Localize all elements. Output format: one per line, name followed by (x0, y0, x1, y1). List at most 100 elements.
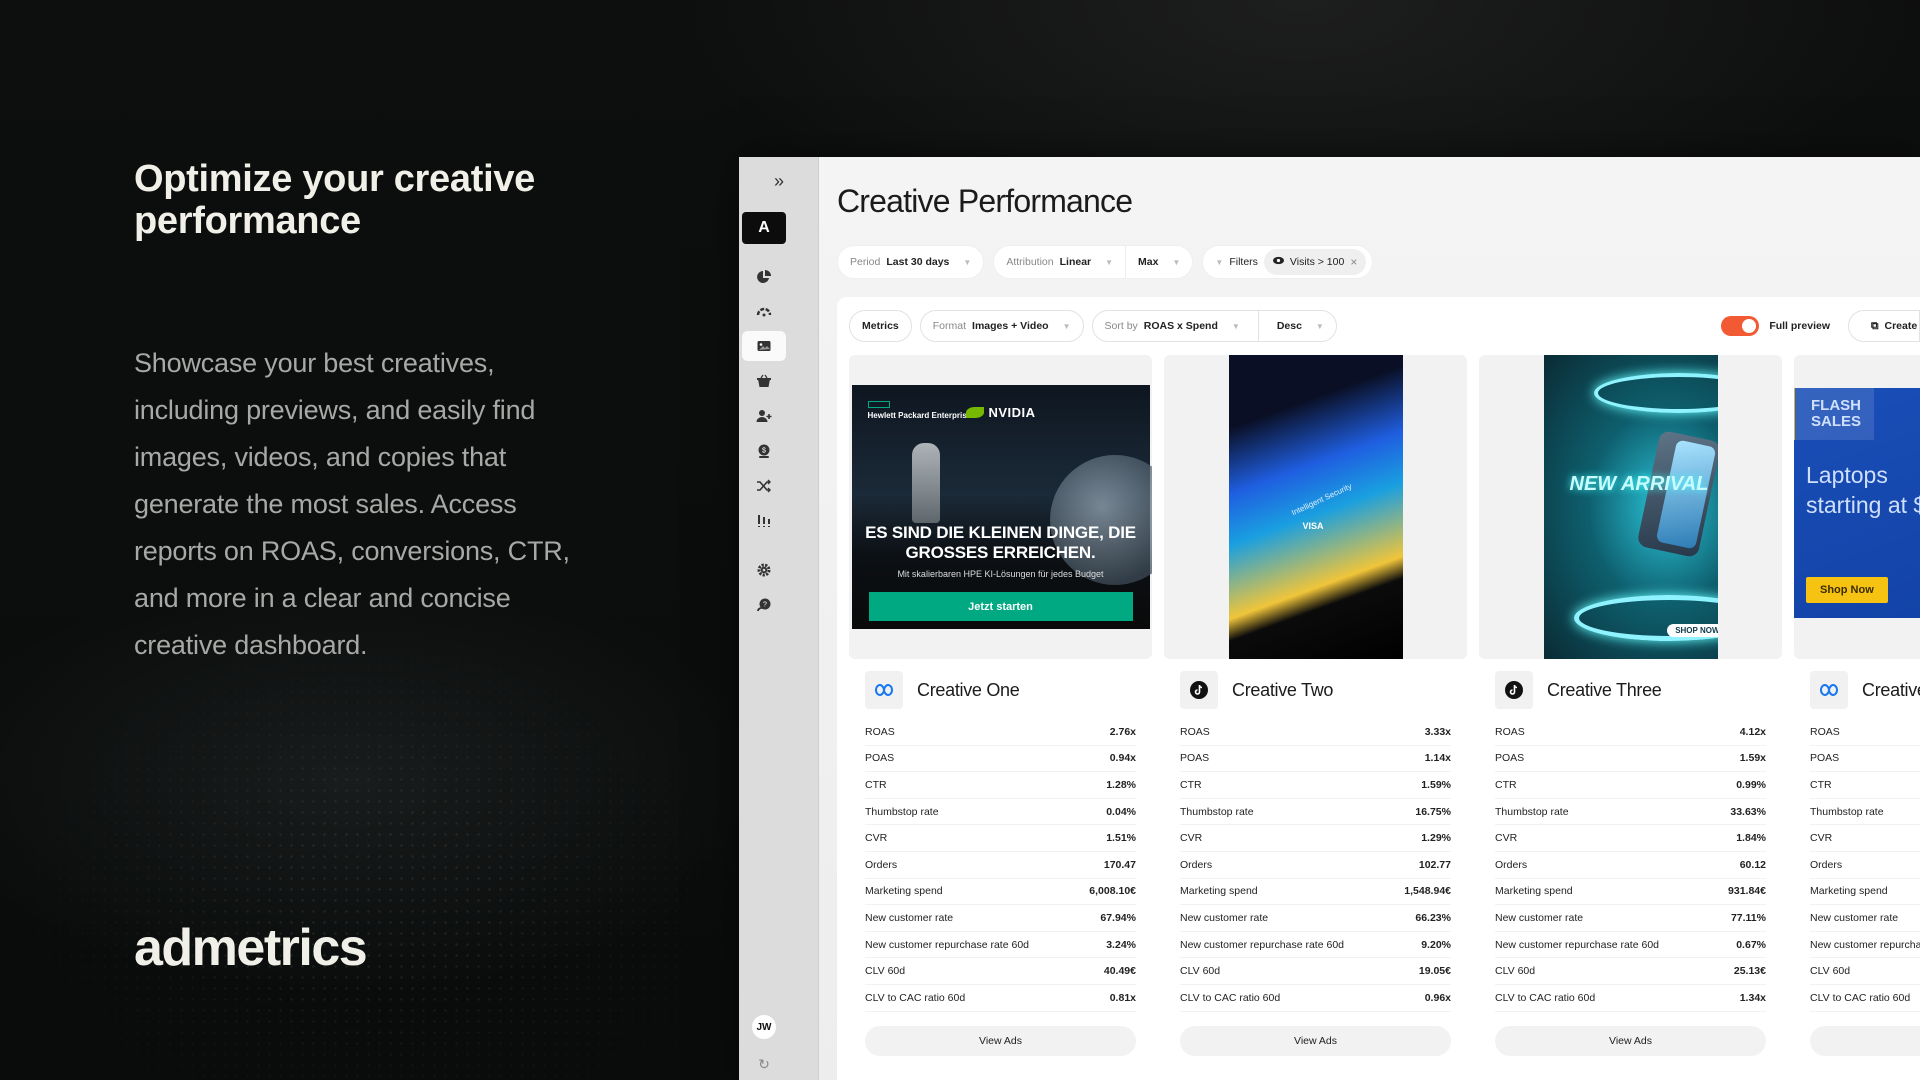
metric-value: 0.96x (1424, 991, 1451, 1004)
chevron-down-icon: ▼ (1062, 321, 1071, 331)
metric-label: Marketing spend (1495, 885, 1573, 898)
refresh-icon[interactable]: ↻ (752, 1052, 776, 1076)
app-window: » A $ ? JW ↻ Creative Performance Period… (739, 157, 1920, 1080)
creative-preview[interactable]: NEW ARRIVAL SHOP NOW (1479, 355, 1782, 659)
metric-value: 25.13€ (1733, 965, 1766, 978)
svg-text:$: $ (762, 448, 766, 455)
metric-row: New customer rate 67.94% (865, 905, 1136, 932)
create-label: Create (1884, 320, 1918, 332)
metric-row: ROAS 2.76x (865, 719, 1136, 746)
metric-row: CLV to CAC ratio 60d (1810, 985, 1920, 1012)
meta-icon (1810, 671, 1848, 709)
user-avatar[interactable]: JW (752, 1015, 776, 1039)
metric-value: 2.76x (1109, 725, 1136, 738)
sidebar-item-products[interactable] (742, 366, 786, 396)
metric-value: 19.05€ (1418, 965, 1451, 978)
global-filters: Period Last 30 days ▼ Attribution Linear… (837, 245, 1374, 279)
active-filter-chip[interactable]: Visits > 100 × (1263, 249, 1367, 275)
format-select[interactable]: Format Images + Video ▼ (919, 310, 1084, 342)
copy-icon: ⧉ (1871, 319, 1879, 332)
filters-control[interactable]: ▼ Filters Visits > 100 × (1202, 245, 1374, 279)
sidebar-item-analytics[interactable] (742, 506, 786, 536)
metric-row: Thumbstop rate 16.75% (1180, 799, 1451, 826)
view-ads-button[interactable]: View Ads (1810, 1025, 1920, 1056)
metric-label: CLV 60d (865, 965, 906, 978)
metric-value: 1.59% (1421, 778, 1451, 791)
sidebar-item-revenue[interactable]: $ (742, 436, 786, 466)
create-report-button[interactable]: ⧉ Create (1848, 310, 1920, 342)
chevron-down-icon: ▼ (1231, 321, 1240, 331)
ad-image-flash-sales: FLASH SALES Laptops starting at $149 Sho… (1794, 388, 1920, 618)
creative-preview[interactable]: Hewlett Packard Enterprise NVIDIA ES SIN… (849, 355, 1152, 659)
metric-row: New customer repurchase rate 60d 0.67% (1495, 932, 1766, 959)
main-content: Creative Performance Period Last 30 days… (819, 157, 1920, 1080)
creative-preview[interactable]: Intelligent Security VISA (1164, 355, 1467, 659)
metric-row: CTR 0.99% (1495, 772, 1766, 799)
metric-label: CLV to CAC ratio 60d (1180, 991, 1281, 1004)
metric-row: POAS 1.59x (1495, 746, 1766, 773)
remove-filter-icon[interactable]: × (1350, 255, 1357, 269)
sidebar-item-performance[interactable] (742, 296, 786, 326)
card-header: Creative Three (1495, 671, 1782, 709)
creative-card[interactable]: NEW ARRIVAL SHOP NOW Creative Three ROAS… (1479, 355, 1782, 1056)
view-ads-button[interactable]: View Ads (1180, 1025, 1451, 1056)
toolbar-right: Full preview ⧉ Create (1721, 309, 1920, 343)
metric-label: New customer rate (1810, 911, 1899, 924)
equalizer-icon (758, 515, 770, 527)
creative-card[interactable]: Hewlett Packard Enterprise NVIDIA ES SIN… (849, 355, 1152, 1056)
period-select[interactable]: Period Last 30 days ▼ (837, 245, 985, 279)
creative-card[interactable]: FLASH SALES Laptops starting at $149 Sho… (1794, 355, 1920, 1056)
view-ads-button[interactable]: View Ads (865, 1025, 1136, 1056)
metric-row: New customer repurchase rate 60d (1810, 932, 1920, 959)
attribution-select[interactable]: Attribution Linear ▼ Max ▼ (993, 245, 1194, 279)
expand-sidebar-icon[interactable]: » (739, 171, 819, 192)
chevron-down-icon: ▼ (1315, 321, 1324, 331)
background-dot-wave (0, 620, 760, 1080)
hero-description: Showcase your best creatives, including … (134, 348, 570, 660)
sidebar-item-customers[interactable] (742, 401, 786, 431)
metric-value: 0.94x (1109, 752, 1136, 765)
period-value: Last 30 days (886, 256, 950, 268)
metric-label: Orders (1810, 858, 1843, 871)
creative-card[interactable]: Intelligent Security VISA Creative Two R… (1164, 355, 1467, 1056)
view-ads-button[interactable]: View Ads (1495, 1025, 1766, 1056)
metric-label: CVR (1180, 832, 1203, 845)
full-preview-label: Full preview (1769, 320, 1830, 332)
metric-label: ROAS (1810, 725, 1840, 738)
card-header: Creative One (865, 671, 1152, 709)
sort-select[interactable]: Sort by ROAS x Spend ▼ Desc ▼ (1091, 310, 1337, 342)
ad-headline: ES SIND DIE KLEINEN DINGE, DIE GROSSES E… (865, 523, 1136, 562)
attribution-window-value[interactable]: Max (1138, 256, 1158, 268)
metric-row: CLV 60d 40.49€ (865, 958, 1136, 985)
metric-label: CTR (1810, 778, 1832, 791)
gauge-icon (756, 307, 772, 317)
sidebar-item-creatives[interactable] (742, 331, 786, 361)
metric-value: 3.33x (1424, 725, 1451, 738)
workspace-switcher[interactable]: A (742, 212, 786, 244)
metric-label: CLV 60d (1180, 965, 1221, 978)
metric-label: Orders (1180, 858, 1213, 871)
metric-row: CVR 1.51% (865, 825, 1136, 852)
metric-row: POAS 0.94x (865, 746, 1136, 773)
period-label: Period (850, 256, 881, 268)
filters-label: Filters (1229, 256, 1258, 268)
customers-icon (756, 410, 772, 422)
metric-label: Orders (865, 858, 898, 871)
ad-brand-nvidia: NVIDIA (966, 405, 1036, 420)
metric-value: 102.77 (1418, 858, 1451, 871)
sidebar-item-attribution[interactable] (742, 471, 786, 501)
money-icon: $ (758, 444, 770, 458)
full-preview-toggle[interactable] (1721, 316, 1760, 336)
metric-row: Thumbstop rate 33.63% (1495, 799, 1766, 826)
sidebar-item-overview[interactable] (742, 262, 786, 292)
metrics-button[interactable]: Metrics (849, 310, 912, 342)
metric-label: Thumbstop rate (1495, 805, 1569, 818)
sidebar-item-settings[interactable] (742, 555, 786, 585)
metric-value: 40.49€ (1103, 965, 1136, 978)
metric-label: CLV 60d (1810, 965, 1851, 978)
sort-order-value[interactable]: Desc (1277, 320, 1302, 332)
sidebar-item-help[interactable]: ? (742, 590, 786, 620)
metric-row: Marketing spend (1810, 879, 1920, 906)
creative-preview[interactable]: FLASH SALES Laptops starting at $149 Sho… (1794, 355, 1920, 659)
panel-toolbar: Metrics Format Images + Video ▼ Sort by … (849, 309, 1920, 343)
